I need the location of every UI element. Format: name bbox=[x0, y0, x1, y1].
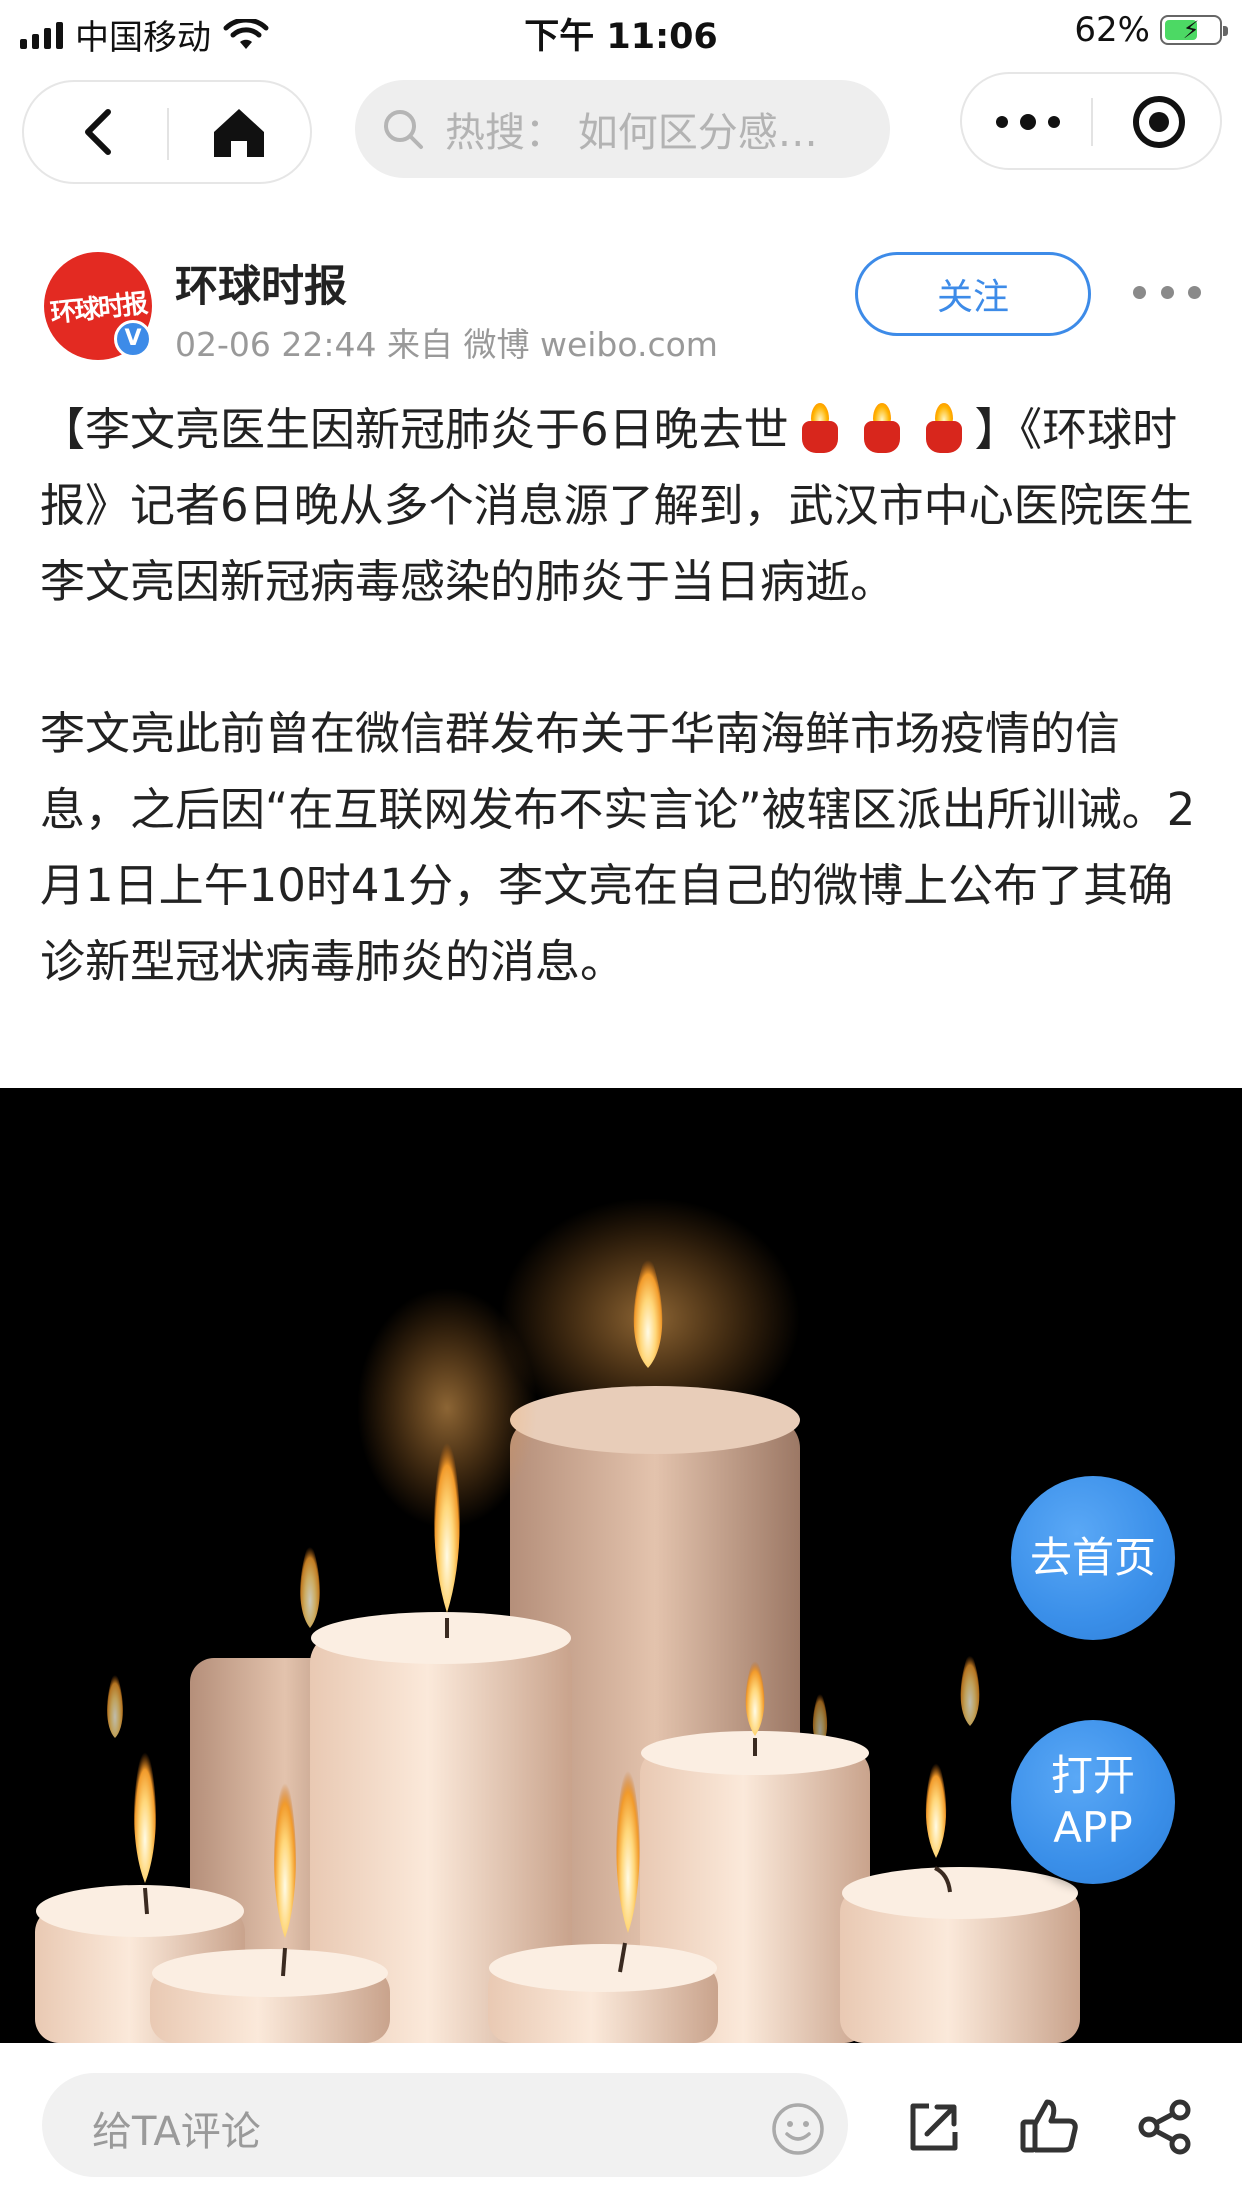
post-title-open: 【李文亮医生因新冠肺炎于6日晚去世 bbox=[40, 403, 789, 456]
more-icon-dot bbox=[1048, 116, 1060, 128]
status-time: 下午 11:06 bbox=[524, 17, 718, 57]
nav-capsule-right bbox=[960, 72, 1222, 170]
open-app-line1: 打开 bbox=[1050, 1751, 1135, 1800]
candle-wax bbox=[925, 421, 962, 453]
post-body: 【李文亮医生因新冠肺炎于6日晚去世 】《环球时报》记者6日晚从多个消息源了解到，武… bbox=[40, 392, 1205, 1000]
verified-icon: V bbox=[114, 320, 152, 358]
open-app-label: 打开 APP bbox=[1051, 1750, 1135, 1854]
more-button[interactable] bbox=[996, 104, 1060, 140]
more-icon bbox=[1133, 285, 1146, 299]
post-paragraph-2: 李文亮此前曾在微信群发布关于华南海鲜市场疫情的信息，之后因“在互联网发布不实言论… bbox=[40, 707, 1196, 988]
status-bar: 中国移动 下午 11:06 62% ⚡ bbox=[0, 0, 1242, 62]
more-icon-dot bbox=[1020, 114, 1036, 130]
app-screen: 中国移动 下午 11:06 62% ⚡ 热搜： 如何区分感… 环球时报 V 环球… bbox=[0, 0, 1242, 2208]
nav-capsule-left bbox=[22, 80, 312, 184]
emoji-icon[interactable] bbox=[770, 2101, 826, 2157]
close-target-icon[interactable] bbox=[1130, 93, 1188, 151]
more-icon-dot bbox=[1160, 285, 1174, 299]
candle-wax bbox=[863, 421, 900, 453]
candle-emoji-icon bbox=[860, 401, 904, 453]
battery-cap bbox=[1223, 26, 1228, 36]
battery-percent: 62% bbox=[1074, 10, 1150, 50]
search-placeholder: 热搜： 如何区分感… bbox=[445, 110, 818, 156]
home-button[interactable] bbox=[210, 104, 268, 162]
post-meta: 02-06 22:44 来自 微博 weibo.com bbox=[175, 325, 718, 364]
like-icon[interactable] bbox=[1019, 2096, 1079, 2156]
open-app-line2: APP bbox=[1053, 1803, 1133, 1852]
comment-placeholder: 给TA评论 bbox=[92, 2109, 261, 2155]
candle-emoji-icon bbox=[922, 401, 966, 453]
candle-wax bbox=[801, 421, 838, 453]
status-right: 62% ⚡ bbox=[1074, 10, 1228, 50]
search-input[interactable]: 热搜： 如何区分感… bbox=[355, 80, 890, 178]
post-paragraph-1: 【李文亮医生因新冠肺炎于6日晚去世 】《环球时报》记者6日晚从多个消息源了解到，武… bbox=[40, 392, 1205, 620]
back-button[interactable] bbox=[72, 106, 124, 158]
go-home-button[interactable]: 去首页 bbox=[1011, 1476, 1175, 1640]
open-app-button[interactable]: 打开 APP bbox=[1011, 1720, 1175, 1884]
more-icon-dot bbox=[1188, 285, 1201, 299]
post-more-button[interactable] bbox=[1133, 280, 1201, 304]
author-name[interactable]: 环球时报 bbox=[175, 252, 347, 314]
forward-icon[interactable] bbox=[1136, 2098, 1194, 2156]
candle-emoji-icon bbox=[798, 401, 842, 453]
home-icon bbox=[214, 109, 264, 157]
nav-divider bbox=[1091, 98, 1093, 146]
candle-emoji-group bbox=[789, 403, 975, 456]
follow-button[interactable]: 关注 bbox=[855, 252, 1091, 336]
battery-icon: ⚡ bbox=[1160, 15, 1228, 45]
charging-bolt-icon: ⚡ bbox=[1182, 16, 1200, 44]
more-icon bbox=[996, 116, 1008, 128]
share-icon[interactable] bbox=[905, 2098, 963, 2156]
bottom-bar: 给TA评论 bbox=[0, 2043, 1242, 2208]
comment-input[interactable]: 给TA评论 bbox=[42, 2073, 848, 2177]
search-icon bbox=[384, 110, 423, 149]
back-icon bbox=[85, 109, 111, 155]
nav-divider bbox=[167, 108, 169, 160]
